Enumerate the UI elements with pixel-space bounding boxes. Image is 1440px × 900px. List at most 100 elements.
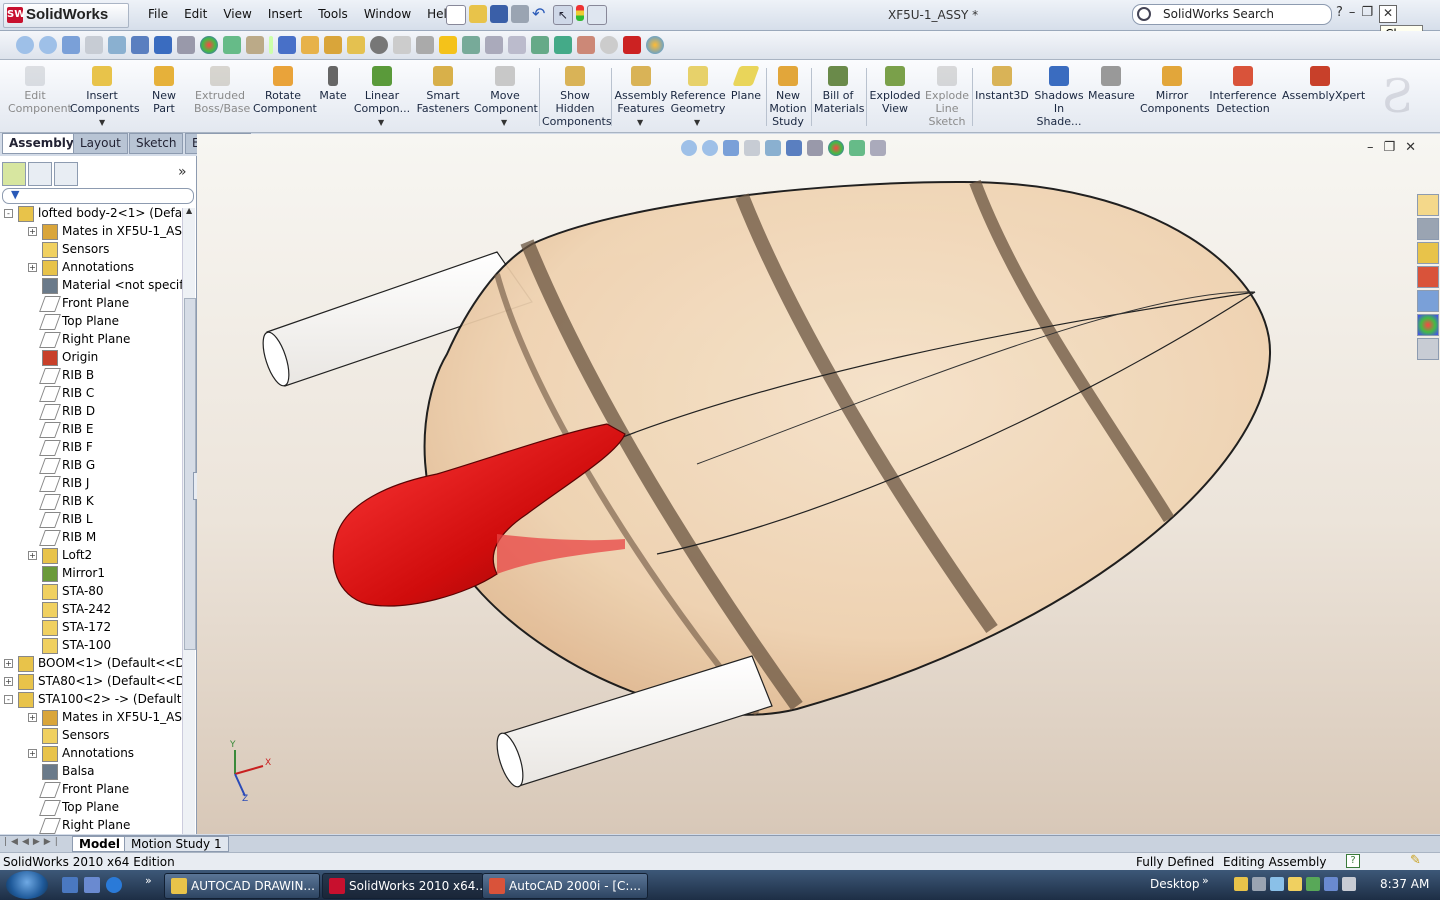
collapse-icon[interactable]: - xyxy=(4,695,13,704)
undo-icon[interactable]: ↶ xyxy=(532,5,550,23)
tree-item[interactable]: RIB D xyxy=(0,402,182,420)
menu-insert[interactable]: Insert xyxy=(260,7,310,21)
display-style-icon[interactable] xyxy=(131,36,149,54)
zoom-to-fit-icon[interactable] xyxy=(16,36,34,54)
sketch-icon[interactable] xyxy=(301,36,319,54)
tag-icon[interactable]: ✎ xyxy=(1410,853,1421,868)
property-manager-tab-icon[interactable] xyxy=(28,162,52,186)
tree-item[interactable]: RIB F xyxy=(0,438,182,456)
tree-item[interactable]: RIB M xyxy=(0,528,182,546)
search-input[interactable]: SolidWorks Search xyxy=(1163,7,1274,21)
view-orientation-icon[interactable] xyxy=(108,36,126,54)
close-button[interactable]: ✕ xyxy=(1379,5,1398,23)
restore-button[interactable]: ❐ xyxy=(1361,5,1373,23)
spelling-icon[interactable] xyxy=(278,36,296,54)
new-part-button[interactable]: New Part xyxy=(140,66,188,115)
tree-item[interactable]: Sensors xyxy=(0,726,182,744)
tray-monitor-icon[interactable] xyxy=(1324,877,1338,891)
properties-icon[interactable] xyxy=(416,36,434,54)
tree-item[interactable]: + Loft2 xyxy=(0,546,182,564)
tree-item[interactable]: Front Plane xyxy=(0,294,182,312)
linear-component-pattern-button[interactable]: Linear Compon... xyxy=(352,66,412,115)
search-results-icon[interactable] xyxy=(1417,266,1439,288)
expand-icon[interactable]: + xyxy=(28,263,37,272)
tree-item[interactable]: RIB L xyxy=(0,510,182,528)
collapse-icon[interactable]: - xyxy=(4,209,13,218)
bill-of-materials-button[interactable]: Bill of Materials xyxy=(814,66,864,115)
taskbar-autocad[interactable]: AutoCAD 2000i - [C:... xyxy=(482,873,648,899)
edit-component-button[interactable]: Edit Component xyxy=(8,66,72,115)
select-arrow-icon[interactable]: ↖ xyxy=(553,5,573,25)
tree-item[interactable]: + Annotations xyxy=(0,744,182,762)
resources-home-icon[interactable] xyxy=(1417,194,1439,216)
smart-fasteners-button[interactable]: Smart Fasteners xyxy=(414,66,472,115)
tray-app-icon[interactable] xyxy=(1252,877,1266,891)
display-style-icon[interactable] xyxy=(786,140,802,156)
instant3d-button[interactable]: Instant3D xyxy=(975,66,1029,102)
open-folder-icon[interactable] xyxy=(469,5,487,23)
expand-icon[interactable]: + xyxy=(4,677,13,686)
tray-help-icon[interactable] xyxy=(1234,877,1248,891)
exploded-view-button[interactable]: Exploded View xyxy=(868,66,922,115)
graphics-viewport[interactable]: Y X Z – ❐ ✕ xyxy=(197,134,1440,834)
desktop-toolbar-more-icon[interactable]: » xyxy=(1202,874,1209,887)
tree-item[interactable]: - STA100<2> -> (Default<< xyxy=(0,690,182,708)
taskbar-autocad-drawings[interactable]: AUTOCAD DRAWIN... xyxy=(164,873,320,899)
tree-item[interactable]: RIB B xyxy=(0,366,182,384)
save-icon[interactable] xyxy=(490,5,508,23)
expand-icon[interactable]: + xyxy=(28,749,37,758)
explode-line-sketch-button[interactable]: Explode Line Sketch xyxy=(924,66,970,128)
section-view-icon[interactable] xyxy=(744,140,760,156)
mirror-components-button[interactable]: Mirror Components xyxy=(1140,66,1210,115)
measure-icon[interactable] xyxy=(485,36,503,54)
tree-item[interactable]: Right Plane xyxy=(0,330,182,348)
zoom-to-fit-icon[interactable] xyxy=(681,140,697,156)
view-settings-icon[interactable] xyxy=(870,140,886,156)
tree-item[interactable]: + Mates in XF5U-1_ASSY xyxy=(0,708,182,726)
tree-item[interactable]: RIB K xyxy=(0,492,182,510)
sheetmetal-icon[interactable] xyxy=(554,36,572,54)
photoview-icon[interactable] xyxy=(646,36,664,54)
desktop-toolbar[interactable]: Desktop xyxy=(1150,877,1200,891)
reference-geometry-button[interactable]: Reference Geometry xyxy=(670,66,726,115)
previous-view-icon[interactable] xyxy=(723,140,739,156)
tree-item[interactable]: Balsa xyxy=(0,762,182,780)
tree-item[interactable]: Right Plane xyxy=(0,816,182,834)
measure-button[interactable]: Measure xyxy=(1088,66,1135,102)
viewport-restore-button[interactable]: ❐ xyxy=(1384,140,1396,155)
appearances-icon[interactable] xyxy=(1417,314,1439,336)
solidworks-logo[interactable]: SW SolidWorks xyxy=(3,3,129,28)
configuration-manager-tab-icon[interactable] xyxy=(54,162,78,186)
rotate-component-button[interactable]: Rotate Component xyxy=(253,66,317,115)
tree-filter-input[interactable]: ▼ xyxy=(2,188,194,204)
apply-scene-icon[interactable] xyxy=(200,36,218,54)
mate-button[interactable]: Mate xyxy=(318,66,348,102)
tree-item[interactable]: + Mates in XF5U-1_ASSY xyxy=(0,222,182,240)
extruded-boss-button[interactable]: Extruded Boss/Base xyxy=(194,66,250,115)
viewport-close-button[interactable]: ✕ xyxy=(1405,140,1416,155)
zoom-to-area-icon[interactable] xyxy=(39,36,57,54)
tab-layout[interactable]: Layout xyxy=(73,133,128,154)
assembly-features-dropdown-icon[interactable]: ▼ xyxy=(637,118,643,127)
menu-window[interactable]: Window xyxy=(356,7,419,21)
taskbar-solidworks[interactable]: SolidWorks 2010 x64... xyxy=(322,873,484,899)
edit-appearance-icon[interactable] xyxy=(177,36,195,54)
tree-item[interactable]: Mirror1 xyxy=(0,564,182,582)
hide-show-icon[interactable] xyxy=(154,36,172,54)
show-hidden-components-button[interactable]: Show Hidden Components xyxy=(542,66,612,128)
reference-geometry-dropdown-icon[interactable]: ▼ xyxy=(694,118,700,127)
tree-item[interactable]: STA-242 xyxy=(0,600,182,618)
table-icon[interactable] xyxy=(531,36,549,54)
tab-motion-study-1[interactable]: Motion Study 1 xyxy=(124,836,229,852)
move-component-button[interactable]: Move Component xyxy=(474,66,538,115)
tree-item[interactable]: + BOOM<1> (Default<<Def xyxy=(0,654,182,672)
collapse-panel-icon[interactable]: » xyxy=(178,164,187,180)
tray-network-icon[interactable] xyxy=(1270,877,1284,891)
new-document-icon[interactable] xyxy=(446,5,466,25)
tab-assembly[interactable]: Assembly xyxy=(2,133,81,154)
linear-pattern-dropdown-icon[interactable]: ▼ xyxy=(378,118,384,127)
switch-windows-icon[interactable] xyxy=(84,877,100,893)
tree-item[interactable]: Sensors xyxy=(0,240,182,258)
show-desktop-icon[interactable] xyxy=(62,877,78,893)
viewport-minimize-button[interactable]: – xyxy=(1367,140,1374,155)
